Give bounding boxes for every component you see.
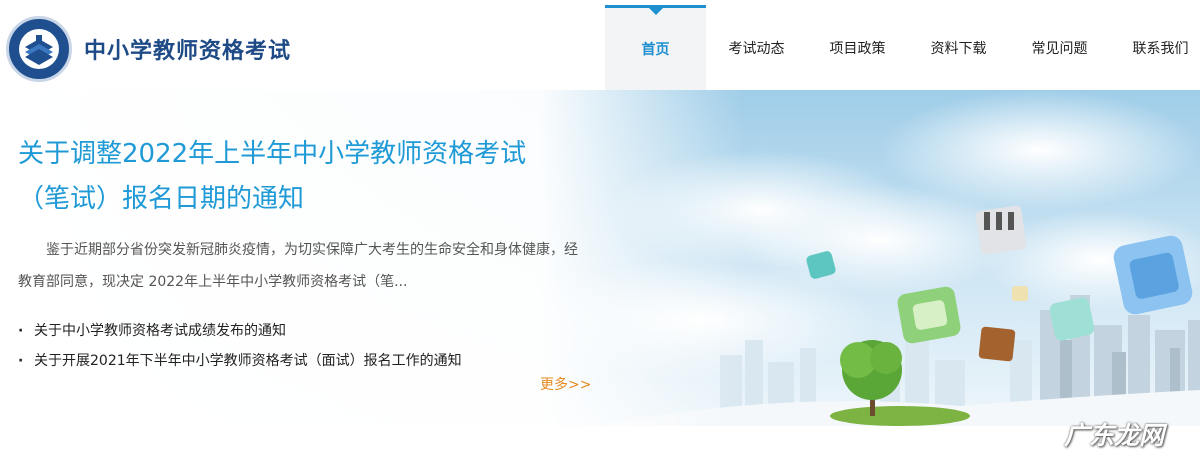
news-links: · 关于中小学教师资格考试成绩发布的通知 · 关于开展2021年下半年中小学教师… — [18, 316, 593, 376]
site-header: 中小学教师资格考试 首页 考试动态 项目政策 资料下载 常见问题 联系我们 — [0, 0, 1200, 91]
nav-home[interactable]: 首页 — [605, 5, 706, 90]
headline-summary: 鉴于近期部分省份突发新冠肺炎疫情，为切实保障广大考生的生命安全和身体健康，经教育… — [18, 242, 578, 290]
bullet-icon: · — [18, 353, 24, 369]
site-title[interactable]: 中小学教师资格考试 — [84, 33, 291, 65]
page-bottom-strip — [0, 426, 1200, 460]
nav-contact[interactable]: 联系我们 — [1110, 5, 1200, 90]
nav-policy[interactable]: 项目政策 — [807, 5, 908, 90]
news-link-text[interactable]: 关于开展2021年下半年中小学教师资格考试（面试）报名工作的通知 — [34, 346, 462, 376]
headline-link[interactable]: 关于调整2022年上半年中小学教师资格考试（笔试）报名日期的通知 — [18, 132, 578, 222]
bullet-icon: · — [18, 323, 24, 339]
logo-seal-icon — [6, 16, 72, 82]
news-content: 关于调整2022年上半年中小学教师资格考试（笔试）报名日期的通知 鉴于近期部分省… — [18, 132, 593, 376]
site-logo[interactable]: 中小学教师资格考试 — [6, 16, 291, 82]
nav-faq[interactable]: 常见问题 — [1009, 5, 1110, 90]
more-link[interactable]: 更多>> — [540, 374, 591, 394]
watermark-logo: 广东龙网 — [1063, 421, 1164, 450]
nav-exam-news[interactable]: 考试动态 — [706, 5, 807, 90]
news-link-item[interactable]: · 关于中小学教师资格考试成绩发布的通知 — [18, 316, 593, 346]
hero-banner: 关于调整2022年上半年中小学教师资格考试（笔试）报名日期的通知 鉴于近期部分省… — [0, 90, 1200, 426]
news-link-item[interactable]: · 关于开展2021年下半年中小学教师资格考试（面试）报名工作的通知 — [18, 346, 593, 376]
main-nav: 首页 考试动态 项目政策 资料下载 常见问题 联系我们 — [605, 5, 1200, 90]
nav-downloads[interactable]: 资料下载 — [908, 5, 1009, 90]
news-link-text[interactable]: 关于中小学教师资格考试成绩发布的通知 — [34, 316, 286, 346]
